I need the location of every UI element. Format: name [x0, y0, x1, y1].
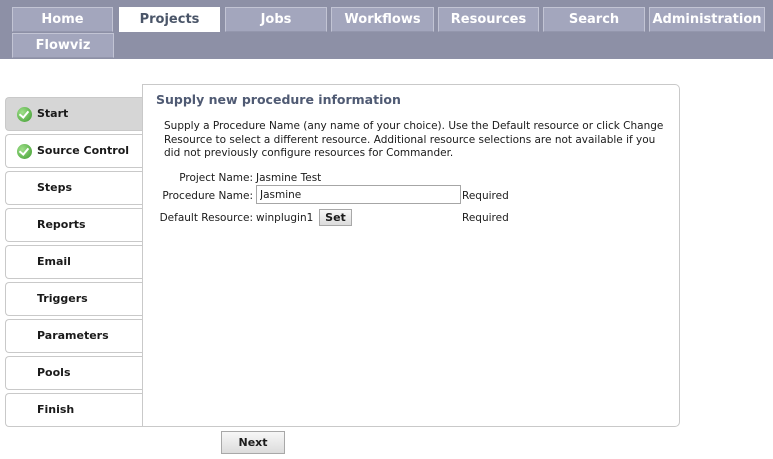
- step-reports[interactable]: Reports: [5, 208, 143, 242]
- tab-resources[interactable]: Resources: [438, 7, 539, 32]
- step-triggers[interactable]: Triggers: [5, 282, 143, 316]
- step-source-control[interactable]: Source Control: [5, 134, 143, 168]
- resource-required-note: Required: [462, 212, 509, 224]
- tab-search[interactable]: Search: [543, 7, 645, 32]
- tab-jobs[interactable]: Jobs: [225, 7, 327, 32]
- top-navigation-bar: Home Projects Jobs Workflows Resources S…: [0, 0, 773, 59]
- step-email-notification[interactable]: Email Notification: [5, 245, 143, 300]
- step-finish[interactable]: Finish: [5, 393, 143, 427]
- step-label: Reports: [37, 218, 86, 231]
- default-resource-value: winplugin1: [256, 212, 314, 224]
- step-parameters[interactable]: Parameters: [5, 319, 143, 353]
- next-button[interactable]: Next: [221, 431, 285, 454]
- default-resource-label: Default Resource:: [159, 212, 253, 224]
- project-name-value: Jasmine Test: [256, 172, 322, 184]
- step-label: Parameters: [37, 329, 109, 342]
- step-label: Pools: [37, 366, 71, 379]
- tab-flowviz[interactable]: Flowviz: [12, 33, 114, 58]
- procedure-name-input[interactable]: [256, 185, 461, 204]
- step-label: Finish: [37, 403, 75, 416]
- project-name-label: Project Name:: [179, 172, 253, 184]
- tab-projects[interactable]: Projects: [119, 7, 220, 32]
- completed-check-icon: [17, 107, 32, 122]
- panel-description: Supply a Procedure Name (any name of you…: [164, 120, 664, 159]
- completed-check-icon: [17, 144, 32, 159]
- step-label: Source Control: [37, 144, 130, 157]
- set-resource-button[interactable]: Set: [319, 209, 352, 226]
- step-steps[interactable]: Steps: [5, 171, 143, 205]
- procedure-required-note: Required: [462, 190, 509, 202]
- tab-administration[interactable]: Administration: [649, 7, 765, 32]
- tab-workflows[interactable]: Workflows: [331, 7, 434, 32]
- step-label: Triggers: [37, 292, 88, 305]
- step-pools[interactable]: Pools: [5, 356, 143, 390]
- panel-title: Supply new procedure information: [156, 92, 401, 107]
- procedure-name-label: Procedure Name:: [162, 190, 253, 202]
- step-start[interactable]: Start: [5, 97, 143, 131]
- tab-home[interactable]: Home: [12, 7, 113, 32]
- step-label: Steps: [37, 181, 73, 194]
- procedure-info-panel: Supply new procedure information Supply …: [142, 84, 680, 427]
- step-label: Start: [37, 107, 69, 120]
